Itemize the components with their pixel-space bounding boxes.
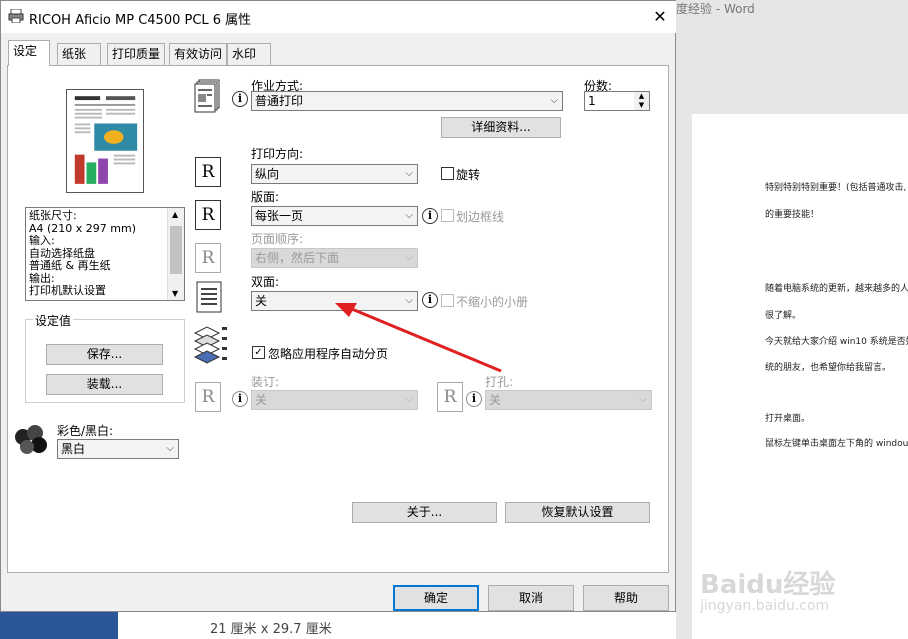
red-arrow-annotation bbox=[335, 303, 502, 373]
ignore-collate-label: 忽略应用程序自动分页 bbox=[268, 347, 389, 361]
page-order-icon: R bbox=[195, 243, 221, 273]
binding-label: 装订: bbox=[251, 375, 280, 389]
word-sidebar-strip bbox=[0, 612, 118, 639]
doc-line: 打开桌面。 bbox=[765, 414, 811, 424]
tab-paper[interactable]: 纸张 bbox=[57, 43, 101, 65]
orientation-label: 打印方向: bbox=[251, 147, 304, 161]
save-button[interactable]: 保存... bbox=[46, 344, 163, 365]
load-button[interactable]: 装载... bbox=[46, 374, 163, 395]
info-icon[interactable]: i bbox=[232, 391, 248, 407]
border-label: 划边框线 bbox=[456, 210, 505, 224]
restore-defaults-button[interactable]: 恢复默认设置 bbox=[505, 502, 650, 523]
border-checkbox[interactable] bbox=[441, 209, 454, 222]
info-icon[interactable]: i bbox=[422, 208, 438, 224]
chevron-down-icon: ⌵ bbox=[405, 168, 413, 179]
cancel-button[interactable]: 取消 bbox=[488, 585, 574, 611]
layout-icon: R bbox=[195, 200, 221, 230]
tab-print-quality[interactable]: 打印质量 bbox=[107, 43, 165, 65]
color-label: 彩色/黑白: bbox=[57, 424, 114, 438]
spin-down-icon[interactable]: ▼ bbox=[634, 101, 649, 110]
duplex-label: 双面: bbox=[251, 275, 280, 289]
binding-select[interactable]: 关 ⌵ bbox=[251, 390, 418, 410]
page-size-text: 21 厘米 x 29.7 厘米 bbox=[210, 622, 332, 637]
chevron-down-icon: ⌵ bbox=[166, 443, 174, 454]
scroll-up-icon[interactable]: ▲ bbox=[172, 210, 178, 219]
info-icon[interactable]: i bbox=[232, 91, 248, 107]
close-button[interactable]: ✕ bbox=[647, 5, 673, 29]
page-preview-image bbox=[66, 89, 144, 193]
paper-info-list: 纸张尺寸: A4 (210 x 297 mm) 输入: 自动选择纸盘 普通纸 &… bbox=[25, 207, 185, 301]
color-mode-icon bbox=[15, 425, 47, 454]
tab-watermark[interactable]: 水印 bbox=[227, 43, 271, 65]
baidu-watermark-url: jingyan.baidu.com bbox=[700, 598, 830, 614]
scroll-down-icon[interactable]: ▼ bbox=[172, 289, 178, 298]
baidu-watermark: Baidu经验 bbox=[700, 570, 836, 600]
ignore-collate-checkbox[interactable]: ✓ bbox=[252, 346, 265, 359]
page-order-label: 页面顺序: bbox=[251, 232, 304, 246]
orientation-select[interactable]: 纵向 ⌵ bbox=[251, 164, 418, 184]
orientation-icon: R bbox=[195, 157, 221, 187]
word-document-page: 特别特别特别重要！(包括普通攻击, 的重要技能！ 随着电脑系统的更新，越来越多的… bbox=[692, 114, 908, 639]
punch-icon: R bbox=[437, 382, 463, 412]
chevron-down-icon: ⌵ bbox=[405, 394, 413, 405]
paper-info-scrollbar[interactable]: ▲ ▼ bbox=[167, 208, 184, 300]
doc-line: 的重要技能！ bbox=[765, 210, 820, 220]
spin-up-icon[interactable]: ▲ bbox=[634, 92, 649, 101]
list-item: 纸张尺寸: bbox=[29, 209, 77, 222]
punch-select[interactable]: 关 ⌵ bbox=[485, 390, 652, 410]
doc-line: 鼠标左键单击桌面左下角的 windouw bbox=[765, 439, 908, 449]
printer-icon bbox=[8, 9, 24, 23]
details-button[interactable]: 详细资料... bbox=[441, 117, 561, 138]
doc-line: 随着电脑系统的更新，越来越多的人用 bbox=[765, 284, 908, 294]
doc-line: 很了解。 bbox=[765, 311, 802, 321]
doc-line: 今天就给大家介绍 win10 系统是否好 bbox=[765, 337, 908, 347]
doc-line: 特别特别特别重要！(包括普通攻击, bbox=[765, 183, 907, 193]
about-button[interactable]: 关于... bbox=[352, 502, 497, 523]
list-item: 打印机默认设置 bbox=[29, 284, 106, 297]
chevron-down-icon: ⌵ bbox=[639, 394, 647, 405]
job-type-select[interactable]: 普通打印 ⌵ bbox=[251, 91, 563, 111]
page-order-select[interactable]: 右侧，然后下面 ⌵ bbox=[251, 248, 418, 268]
settings-group-title: 设定值 bbox=[33, 312, 74, 329]
tab-settings[interactable]: 设定 bbox=[8, 40, 50, 66]
rotate-checkbox[interactable] bbox=[441, 167, 454, 180]
printer-properties-dialog: RICOH Aficio MP C4500 PCL 6 属性 ✕ 设定 纸张 打… bbox=[0, 0, 676, 612]
doc-line: 统的朋友，也希望你给我留言。 bbox=[765, 363, 892, 373]
ok-button[interactable]: 确定 bbox=[393, 585, 479, 611]
document-stack-icon bbox=[194, 79, 220, 113]
tab-accessibility[interactable]: 有效访问 bbox=[169, 43, 227, 65]
dialog-title: RICOH Aficio MP C4500 PCL 6 属性 bbox=[29, 13, 252, 28]
binding-icon: R bbox=[195, 382, 221, 412]
chevron-down-icon: ⌵ bbox=[405, 210, 413, 221]
duplex-page-icon bbox=[196, 281, 222, 313]
word-window-title: 度经验 - Word bbox=[676, 2, 755, 16]
list-item: 输入: bbox=[29, 234, 55, 247]
info-icon[interactable]: i bbox=[466, 391, 482, 407]
scroll-thumb[interactable] bbox=[170, 226, 182, 274]
layout-select[interactable]: 每张一页 ⌵ bbox=[251, 206, 418, 226]
list-item: 普通纸 & 再生纸 bbox=[29, 259, 111, 272]
collate-stack-icon bbox=[193, 326, 227, 364]
layout-label: 版面: bbox=[251, 190, 280, 204]
help-button[interactable]: 帮助 bbox=[583, 585, 669, 611]
chevron-down-icon: ⌵ bbox=[405, 252, 413, 263]
punch-label: 打孔: bbox=[485, 375, 514, 389]
color-select[interactable]: 黑白 ⌵ bbox=[57, 439, 179, 459]
rotate-label: 旋转 bbox=[456, 168, 481, 182]
chevron-down-icon: ⌵ bbox=[550, 95, 558, 106]
